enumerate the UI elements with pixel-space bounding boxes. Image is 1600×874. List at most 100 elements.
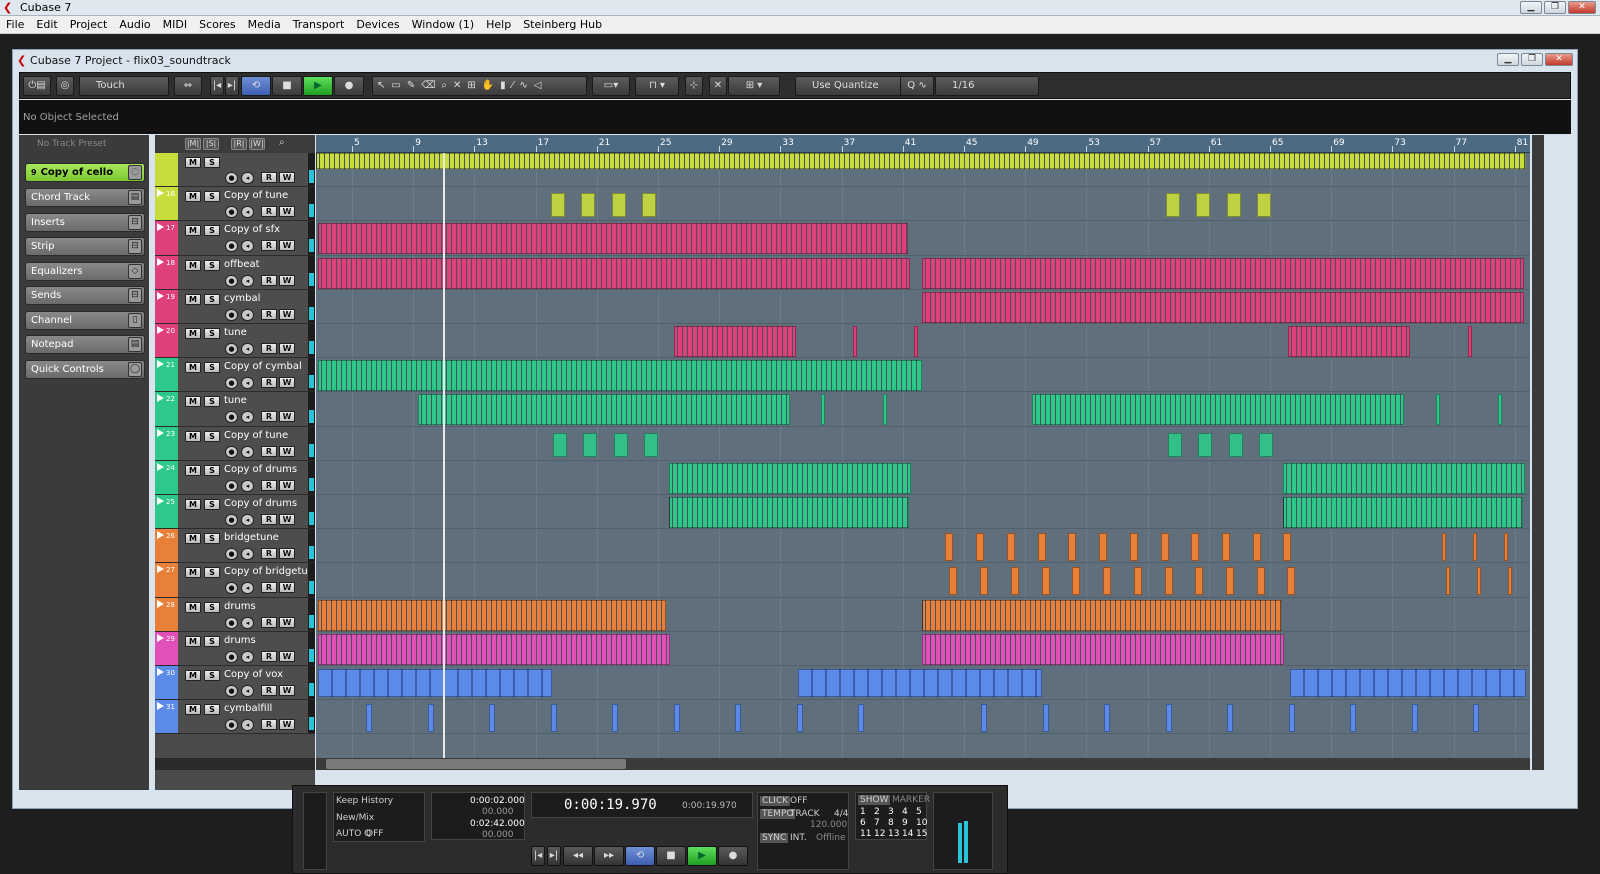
- monitor-icon[interactable]: [157, 394, 164, 403]
- read-automation-button[interactable]: R: [261, 411, 277, 423]
- section-expand-icon[interactable]: ◇: [128, 263, 142, 279]
- track-name[interactable]: Copy of tune: [224, 430, 312, 441]
- event-part[interactable]: [1473, 533, 1477, 562]
- event-part[interactable]: [318, 257, 910, 289]
- marker-3-button[interactable]: 3: [888, 807, 894, 817]
- event-part[interactable]: [1283, 497, 1523, 528]
- solo-button[interactable]: S: [204, 259, 220, 271]
- track-color-strip[interactable]: 26: [155, 529, 178, 563]
- marker-8-button[interactable]: 8: [888, 818, 894, 828]
- event-display[interactable]: [316, 153, 1530, 759]
- event-part[interactable]: [1290, 669, 1526, 697]
- inspector-section-sends[interactable]: Sends ⊟: [25, 286, 145, 305]
- event-part[interactable]: [1072, 567, 1080, 596]
- read-automation-button[interactable]: R: [261, 206, 277, 218]
- transport-cycle-button[interactable]: ⟲: [625, 846, 655, 866]
- event-part[interactable]: [1253, 533, 1261, 562]
- transport-end-button[interactable]: ▸|: [547, 846, 561, 866]
- monitor-icon[interactable]: [157, 360, 164, 369]
- event-part[interactable]: [318, 360, 922, 392]
- monitor-enable-icon[interactable]: ◂: [241, 411, 254, 424]
- quantize-preset-select[interactable]: 1/16: [935, 76, 1039, 96]
- write-automation-button[interactable]: W: [279, 377, 295, 389]
- tempo-mode[interactable]: TRACK: [790, 809, 820, 819]
- event-part[interactable]: [1477, 567, 1481, 596]
- event-part[interactable]: [318, 223, 908, 255]
- solo-button[interactable]: S: [204, 293, 220, 305]
- mute-button[interactable]: M: [185, 670, 201, 681]
- track-row[interactable]: 26 M Sbridgetune ● ◂ R W: [155, 529, 315, 564]
- track-color-strip[interactable]: 25: [155, 495, 178, 529]
- menu-transport[interactable]: Transport: [287, 16, 351, 33]
- close-button[interactable]: ✕: [1568, 1, 1596, 14]
- read-automation-button[interactable]: R: [261, 548, 277, 560]
- global-solo-icon[interactable]: |S|: [203, 138, 219, 150]
- solo-button[interactable]: S: [204, 430, 220, 442]
- event-part[interactable]: [1289, 704, 1295, 733]
- write-automation-button[interactable]: W: [279, 479, 295, 491]
- track-row[interactable]: 31 M Scymbalfill ● ◂ R W: [155, 700, 315, 735]
- read-automation-button[interactable]: R: [261, 685, 277, 696]
- marker-10-button[interactable]: 10: [916, 818, 927, 828]
- track-lane[interactable]: [316, 563, 1530, 598]
- read-automation-button[interactable]: R: [261, 514, 277, 525]
- section-expand-icon[interactable]: ▤: [128, 190, 142, 205]
- event-part[interactable]: [418, 394, 790, 426]
- read-automation-button[interactable]: R: [261, 719, 277, 731]
- read-automation-button[interactable]: R: [261, 445, 277, 457]
- record-enable-icon[interactable]: ●: [225, 616, 238, 629]
- snap-toggle[interactable]: ⊹: [685, 76, 703, 96]
- event-part[interactable]: [318, 633, 670, 665]
- monitor-icon[interactable]: [157, 428, 164, 437]
- track-name[interactable]: tune: [224, 327, 312, 338]
- event-part[interactable]: [1508, 567, 1512, 596]
- event-part[interactable]: [1257, 193, 1271, 218]
- event-part[interactable]: [1198, 432, 1212, 457]
- track-name[interactable]: Copy of bridgetun: [224, 566, 312, 577]
- monitor-icon[interactable]: [157, 565, 164, 574]
- horizontal-scrollbar[interactable]: [316, 758, 1530, 770]
- event-part[interactable]: [1473, 704, 1479, 733]
- event-part[interactable]: [1287, 567, 1295, 596]
- event-part[interactable]: [644, 432, 658, 457]
- event-part[interactable]: [858, 704, 864, 733]
- track-name[interactable]: Copy of vox: [224, 669, 312, 680]
- quantize-icons[interactable]: Q ∿: [900, 76, 934, 96]
- track-row[interactable]: 18 M Soffbeat ● ◂ R W: [155, 255, 315, 290]
- event-part[interactable]: [922, 599, 1282, 631]
- inspector-section-inserts[interactable]: Inserts ⊟: [25, 212, 145, 232]
- monitor-icon[interactable]: [157, 599, 164, 608]
- write-automation-button[interactable]: W: [279, 274, 295, 286]
- mute-button[interactable]: M: [185, 499, 201, 510]
- record-enable-icon[interactable]: ●: [225, 411, 238, 424]
- event-part[interactable]: [797, 704, 803, 733]
- track-row[interactable]: 29 M Sdrums ● ◂ R W: [155, 631, 315, 666]
- write-automation-button[interactable]: W: [279, 172, 295, 183]
- menu-audio[interactable]: Audio: [113, 16, 156, 33]
- monitor-icon[interactable]: [157, 702, 164, 711]
- event-part[interactable]: [1134, 567, 1142, 596]
- event-part[interactable]: [1130, 533, 1138, 562]
- mute-button[interactable]: M: [185, 362, 201, 374]
- solo-button[interactable]: S: [204, 704, 220, 716]
- go-to-end-button[interactable]: ▸|: [225, 76, 239, 96]
- transport-play-button[interactable]: ▶: [687, 846, 717, 866]
- mute-button[interactable]: M: [185, 533, 201, 545]
- project-restore-button[interactable]: ❐: [1521, 53, 1543, 66]
- event-part[interactable]: [581, 193, 595, 218]
- minimize-button[interactable]: ▁: [1520, 1, 1542, 14]
- monitor-icon[interactable]: [157, 633, 164, 642]
- record-enable-icon[interactable]: ●: [225, 445, 238, 458]
- record-enable-icon[interactable]: ●: [225, 582, 238, 595]
- marker-6-button[interactable]: 6: [860, 818, 866, 828]
- track-row[interactable]: 16 M S Copy of tune ● ◂ R W: [155, 187, 315, 222]
- marker-1-button[interactable]: 1: [860, 807, 866, 817]
- solo-button[interactable]: S: [204, 157, 220, 168]
- record-enable-icon[interactable]: ●: [225, 172, 238, 184]
- menu-devices[interactable]: Devices: [350, 16, 405, 33]
- event-part[interactable]: [976, 533, 984, 562]
- event-part[interactable]: [669, 497, 909, 528]
- event-part[interactable]: [674, 326, 796, 357]
- read-automation-button[interactable]: R: [261, 240, 277, 252]
- solo-button[interactable]: S: [204, 499, 220, 510]
